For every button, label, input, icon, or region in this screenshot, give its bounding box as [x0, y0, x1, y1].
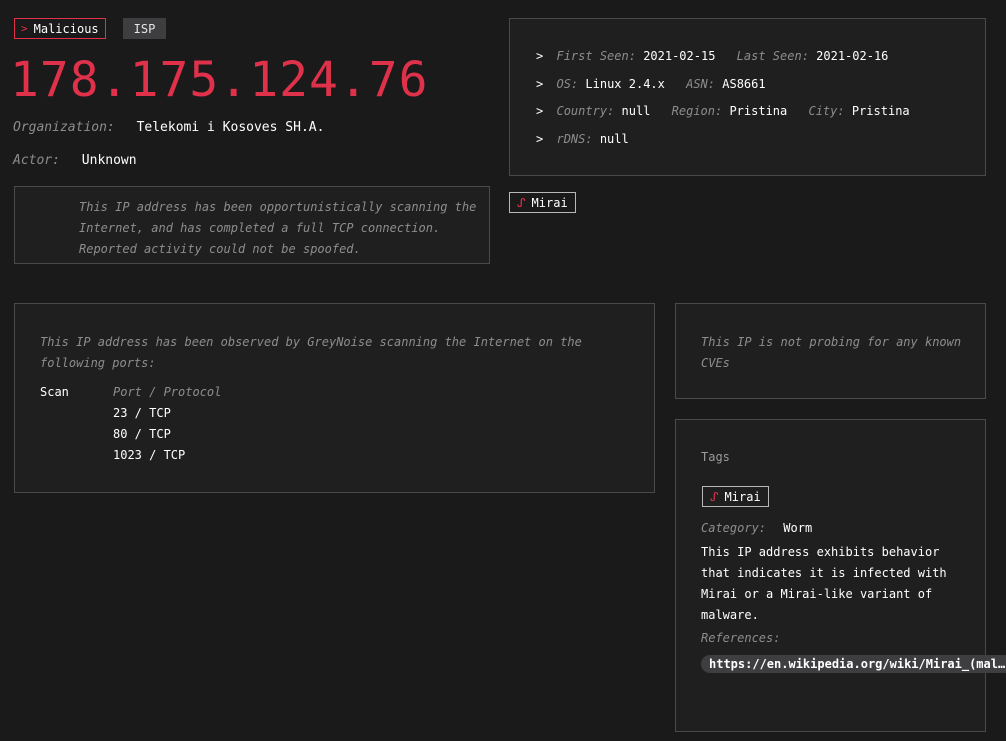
- tag-mirai[interactable]: ᔑ Mirai: [702, 486, 769, 507]
- organization-value: Telekomi i Kosoves SH.A.: [136, 120, 325, 135]
- worm-icon: ᔑ: [517, 195, 526, 210]
- ip-address: 178.175.124.76: [10, 52, 429, 108]
- tag-mirai[interactable]: ᔑ Mirai: [509, 192, 576, 213]
- metadata-panel: > First Seen: 2021-02-15 Last Seen: 2021…: [509, 18, 986, 176]
- actor-label: Actor:: [13, 153, 60, 168]
- port-protocol-header: Port / Protocol: [113, 385, 222, 399]
- category-value: Worm: [783, 521, 813, 535]
- rdns-value: null: [599, 132, 629, 146]
- scan-intro: This IP address has been observed by Gre…: [40, 335, 582, 370]
- port-row: 80 / TCP: [113, 427, 171, 441]
- description-panel: This IP address has been opportunistical…: [14, 186, 490, 264]
- chevron-right-icon: >: [21, 22, 28, 35]
- chevron-right-icon: >: [536, 49, 544, 63]
- reference-link-text: https://en.wikipedia.org/wiki/Mirai_(mal…: [701, 655, 1006, 673]
- classification-label: Malicious: [33, 21, 99, 36]
- worm-icon: ᔑ: [710, 489, 719, 504]
- city-value: Pristina: [851, 104, 910, 118]
- isp-badge: ISP: [123, 18, 166, 39]
- port-row: 1023 / TCP: [113, 448, 186, 462]
- country-value: null: [621, 104, 651, 118]
- category-row: Category: Worm: [701, 521, 812, 535]
- tags-title: Tags: [701, 450, 730, 464]
- actor-value: Unknown: [81, 153, 137, 168]
- meta-os-row: > OS: Linux 2.4.x ASN: AS8661: [536, 77, 766, 91]
- meta-seen-row: > First Seen: 2021-02-15 Last Seen: 2021…: [536, 49, 889, 63]
- chevron-right-icon: >: [536, 77, 544, 91]
- cve-panel: This IP is not probing for any known CVE…: [675, 303, 986, 399]
- first-seen-value: 2021-02-15: [643, 49, 716, 63]
- classification-badge: > Malicious: [14, 18, 106, 39]
- cve-text: This IP is not probing for any known CVE…: [701, 335, 962, 370]
- description-text: This IP address has been opportunistical…: [79, 200, 477, 256]
- category-label: Category:: [701, 521, 767, 535]
- references-label: References:: [701, 631, 781, 645]
- os-value: Linux 2.4.x: [585, 77, 665, 91]
- organization-row: Organization: Telekomi i Kosoves SH.A.: [13, 120, 324, 135]
- scan-label: Scan: [40, 385, 69, 399]
- tag-label: Mirai: [531, 195, 568, 210]
- port-row: 23 / TCP: [113, 406, 171, 420]
- chevron-right-icon: >: [536, 104, 544, 118]
- organization-label: Organization:: [13, 120, 115, 135]
- last-seen-value: 2021-02-16: [816, 49, 889, 63]
- actor-row: Actor: Unknown: [13, 153, 137, 168]
- tag-description: This IP address exhibits behavior that i…: [701, 545, 947, 622]
- chevron-right-icon: >: [536, 132, 544, 146]
- tags-panel: Tags ᔑ Mirai Category: Worm This IP addr…: [675, 419, 1006, 732]
- tag-label: Mirai: [724, 489, 761, 504]
- reference-link[interactable]: https://en.wikipedia.org/wiki/Mirai_(mal…: [701, 652, 1006, 676]
- asn-value: AS8661: [722, 77, 766, 91]
- meta-location-row: > Country: null Region: Pristina City: P…: [536, 104, 910, 118]
- region-value: Pristina: [729, 104, 788, 118]
- scan-panel: This IP address has been observed by Gre…: [14, 303, 655, 493]
- meta-rdns-row: > rDNS: null: [536, 132, 629, 146]
